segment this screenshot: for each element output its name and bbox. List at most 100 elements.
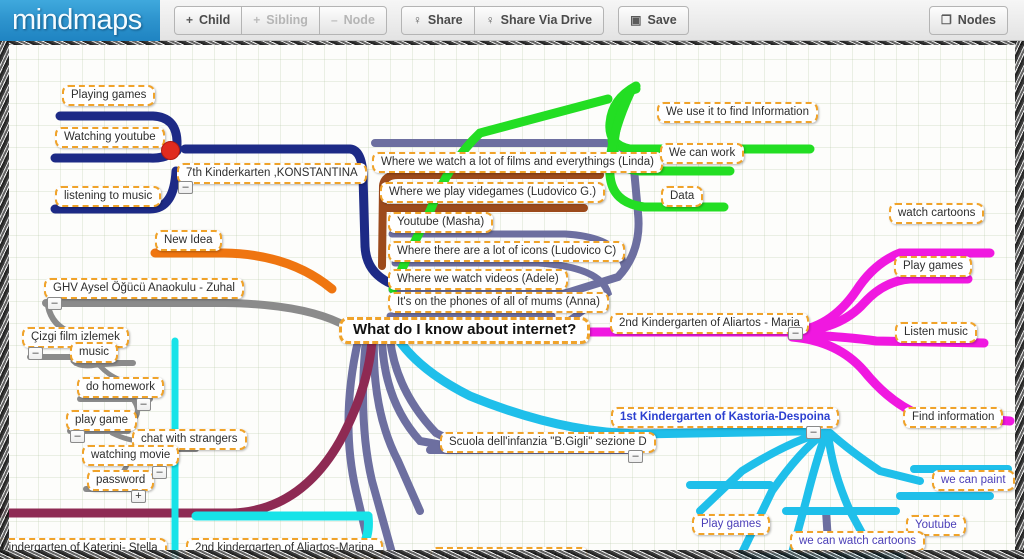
mindmap-canvas[interactable]: Playing games Watching youtube listening… [0, 41, 1024, 559]
node-kindergarten-katerini-stella[interactable]: Kindergarten of Katerini- Stella [0, 538, 167, 559]
share-via-drive-button[interactable]: ♀ Share Via Drive [474, 5, 605, 35]
node-label: watching movie [91, 449, 171, 461]
node-2nd-kindergarten-aliartos-marina[interactable]: 2nd kindergarten of Aliartos-Marina [186, 538, 383, 559]
floppy-icon: ▣ [630, 13, 642, 27]
node-videogames-ludovico-g[interactable]: Where we play videgames (Ludovico G.) [380, 182, 606, 203]
node-label: Listen music [904, 326, 968, 338]
node-label: We use it to find Information [666, 106, 809, 118]
node-ghv-aysel-zuhal[interactable]: GHV Aysel Öğücü Anaokulu - Zuhal [44, 278, 244, 299]
nodes-button-group: ❐ Nodes [929, 5, 1008, 35]
node-data[interactable]: Data [661, 186, 704, 207]
expand-toggle-password[interactable]: + [131, 490, 146, 503]
node-new-idea[interactable]: New Idea [155, 230, 222, 251]
node-we-can-watch-cartoons[interactable]: we can watch cartoons [790, 531, 925, 552]
node-we-can-paint[interactable]: we can paint [932, 470, 1015, 491]
node-watching-youtube[interactable]: Watching youtube [55, 127, 165, 148]
collapse-toggle-play-game[interactable]: – [70, 430, 85, 443]
node-label: Where we watch a lot of films and everyt… [381, 156, 654, 168]
node-label: GHV Aysel Öğücü Anaokulu - Zuhal [53, 282, 235, 294]
toggle-glyph: – [74, 430, 81, 442]
node-label: we can paint [941, 474, 1006, 486]
node-label: music [79, 346, 110, 358]
node-1st-kindergarten-kastoria-despoina[interactable]: 1st Kindergarten of Kastoria-Despoina [611, 407, 840, 428]
app-logo-text: mindmaps [12, 3, 142, 36]
node-label: Playing games [71, 89, 147, 101]
node-phones-anna[interactable]: It's on the phones of all of mums (Anna) [388, 292, 609, 313]
bulb-icon: ♀ [485, 13, 495, 27]
node-label: 7th Kinderkarten ,KONSTANTINA [186, 167, 358, 179]
save-button[interactable]: ▣ Save [618, 5, 689, 35]
node-find-information-magenta[interactable]: Find information [903, 407, 1004, 428]
node-label: Where there are a lot of icons (Ludovico… [397, 245, 617, 257]
node-music[interactable]: music [70, 342, 119, 363]
collapse-toggle-watching-movie[interactable]: – [152, 466, 167, 479]
toggle-glyph: – [792, 327, 799, 339]
node-label: Scuola dell'infanzia "B.Gigli" sezione D [449, 436, 647, 448]
node-we-use-it-to-find-information[interactable]: We use it to find Information [657, 102, 818, 123]
node-label: What do I know about internet? [353, 321, 577, 338]
node-films-linda[interactable]: Where we watch a lot of films and everyt… [372, 152, 663, 173]
nodes-label: Nodes [957, 13, 996, 27]
node-button-group: + Child + Sibling – Node [174, 5, 387, 35]
node-watching-movie[interactable]: watching movie [82, 445, 180, 466]
delete-node-button[interactable]: – Node [319, 5, 387, 35]
toggle-glyph: – [51, 297, 58, 309]
node-label: 2nd kindergarten of Aliartos-Marina [195, 542, 374, 554]
node-videos-adele[interactable]: Where we watch videos (Adele) [388, 269, 568, 290]
node-label: play game [75, 414, 129, 426]
node-2nd-kindergarten-aliartos-maria[interactable]: 2nd Kindergarten of Aliartos - Maria [610, 313, 809, 334]
node-label: Youtube [915, 519, 957, 531]
node-label: Kindergarten of Katerini- Stella [1, 542, 158, 554]
toggle-glyph: – [182, 181, 189, 193]
node-do-homework[interactable]: do homework [77, 377, 165, 398]
add-sibling-button[interactable]: + Sibling [242, 5, 320, 35]
node-we-can-work[interactable]: We can work [660, 143, 745, 164]
node-marker-red [161, 141, 180, 160]
node-playing-games[interactable]: Playing games [62, 85, 156, 106]
node-play-games-magenta[interactable]: Play games [894, 256, 973, 277]
toggle-glyph: – [632, 450, 639, 462]
collapse-toggle-konstantina[interactable]: – [178, 181, 193, 194]
node-7th-kindergarten-katerini[interactable]: 7th Kindergarten of Katerini [430, 547, 589, 559]
node-play-games-cyan[interactable]: Play games [692, 514, 771, 535]
node-icons-ludovico-c[interactable]: Where there are a lot of icons (Ludovico… [388, 241, 626, 262]
add-child-button[interactable]: + Child [174, 5, 243, 35]
collapse-toggle-aliartos-maria[interactable]: – [788, 327, 803, 340]
collapse-toggle-scuola[interactable]: – [628, 450, 643, 463]
node-label: New Idea [164, 234, 213, 246]
collapse-toggle-ghv[interactable]: – [47, 297, 62, 310]
share-label: Share [427, 13, 463, 27]
node-label: Data [670, 190, 695, 202]
share-button[interactable]: ♀ Share [400, 5, 475, 35]
mindmap-application: mindmaps + Child + Sibling – Node ♀ Shar… [0, 0, 1024, 559]
node-7th-kinderkarten-konstantina[interactable]: 7th Kinderkarten ,KONSTANTINA [177, 163, 367, 184]
node-watch-cartoons[interactable]: watch cartoons [889, 203, 985, 224]
nodes-button[interactable]: ❐ Nodes [929, 5, 1008, 35]
node-root[interactable]: What do I know about internet? [339, 317, 591, 344]
toggle-glyph: – [810, 426, 817, 438]
node-label: 2nd Kindergarten of Aliartos - Maria [619, 317, 800, 329]
node-label: do homework [86, 381, 156, 393]
delete-node-label: Node [343, 13, 375, 27]
collapse-toggle-cizgi[interactable]: – [28, 347, 43, 360]
node-label: Where we play videgames (Ludovico G.) [389, 186, 597, 198]
node-youtube-masha[interactable]: Youtube (Masha) [388, 212, 494, 233]
node-label: we can watch cartoons [799, 535, 916, 547]
share-via-drive-label: Share Via Drive [500, 13, 593, 27]
node-listening-to-music[interactable]: listening to music [55, 186, 162, 207]
node-label: listening to music [64, 190, 153, 202]
toggle-glyph: – [156, 466, 163, 478]
toggle-glyph: + [135, 490, 142, 502]
node-play-game[interactable]: play game [66, 410, 138, 431]
app-logo[interactable]: mindmaps [0, 0, 160, 41]
node-label: password [96, 474, 146, 486]
node-label: 7th Kindergarten of Katerini [439, 551, 580, 559]
node-label: Youtube (Masha) [397, 216, 485, 228]
plus-icon: + [186, 13, 194, 27]
node-password[interactable]: password [87, 470, 155, 491]
node-listen-music[interactable]: Listen music [895, 322, 977, 343]
add-sibling-label: Sibling [266, 13, 308, 27]
collapse-toggle-kastoria[interactable]: – [806, 426, 821, 439]
collapse-toggle-homework[interactable]: – [136, 398, 151, 411]
node-scuola-infanzia-gigli[interactable]: Scuola dell'infanzia "B.Gigli" sezione D [440, 432, 656, 453]
